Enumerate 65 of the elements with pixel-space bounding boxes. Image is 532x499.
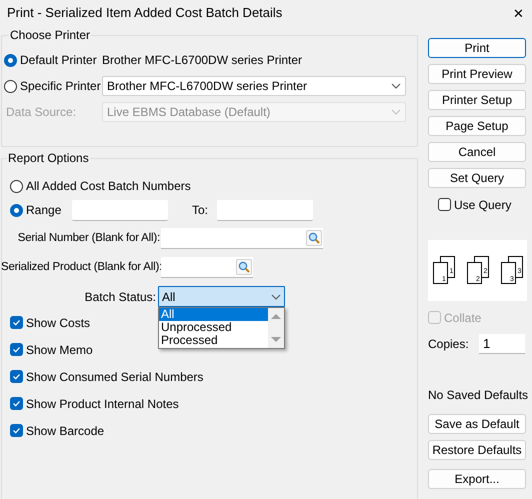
- search-icon: [238, 261, 250, 273]
- search-icon: [308, 232, 320, 244]
- button[interactable]: Cancel: [428, 142, 526, 162]
- printer-dropdown[interactable]: Brother MFC-L6700DW series Printer: [102, 76, 406, 96]
- radio-label: All Added Cost Batch Numbers: [26, 178, 191, 195]
- checkbox[interactable]: [10, 424, 23, 437]
- checkbox-label: Collate: [444, 310, 482, 326]
- checkbox[interactable]: [10, 343, 23, 356]
- serial-number-field[interactable]: [161, 228, 323, 249]
- field-label: Copies:: [428, 336, 470, 353]
- check-icon: [12, 399, 21, 408]
- button[interactable]: Print: [428, 38, 526, 58]
- chevron-down-icon: [391, 83, 401, 89]
- range-to-field[interactable]: [217, 200, 313, 220]
- checkbox-label: Show Costs: [26, 314, 90, 332]
- dropdown-option[interactable]: Processed: [159, 334, 268, 347]
- field-label: Data Source:: [5, 104, 78, 121]
- dropdown-option[interactable]: Unprocessed: [159, 321, 268, 334]
- button[interactable]: Printer Setup: [428, 90, 526, 110]
- check-icon: [12, 426, 21, 435]
- button[interactable]: Print Preview: [428, 64, 526, 84]
- status-text: No Saved Defaults: [428, 387, 526, 404]
- serialized-product-field[interactable]: [161, 257, 253, 278]
- dropdown-option[interactable]: All: [159, 308, 268, 321]
- radio-label: Range: [26, 202, 62, 219]
- checkbox-label: Use Query: [454, 196, 512, 214]
- checkbox[interactable]: [10, 316, 23, 329]
- field-label: Serial Number (Blank for All):: [16, 230, 161, 246]
- close-button[interactable]: ✕: [513, 6, 524, 20]
- checkbox-label: Show Product Internal Notes: [26, 396, 179, 412]
- chevron-down-icon: [271, 294, 281, 300]
- field-label: Serialized Product (Blank for All):: [1, 260, 161, 275]
- search-button[interactable]: [306, 230, 322, 246]
- copies-field[interactable]: 1: [479, 334, 525, 354]
- chevron-down-icon: [391, 109, 401, 115]
- checkbox-label: Show Consumed Serial Numbers: [26, 368, 204, 386]
- radio-label: Default Printer: [20, 52, 97, 69]
- checkbox-label: Show Barcode: [26, 422, 104, 440]
- check-icon: [12, 372, 21, 381]
- button[interactable]: Page Setup: [428, 116, 526, 136]
- radio-button[interactable]: [10, 180, 23, 192]
- checkbox[interactable]: [10, 397, 23, 410]
- button[interactable]: Export...: [428, 469, 526, 489]
- button[interactable]: Save as Default: [428, 414, 526, 434]
- field-label: To:: [192, 202, 210, 219]
- check-icon: [12, 318, 21, 327]
- checkbox[interactable]: [438, 198, 451, 211]
- checkbox[interactable]: [10, 370, 23, 383]
- search-button[interactable]: [236, 259, 252, 275]
- field-label: Batch Status:: [84, 288, 157, 306]
- checkbox-label: Show Memo: [26, 342, 93, 358]
- button[interactable]: Restore Defaults: [428, 440, 526, 460]
- batch-status-dropdown[interactable]: All: [158, 286, 285, 307]
- printer-name: Brother MFC-L6700DW series Printer: [102, 52, 302, 69]
- radio-label: Specific Printer: [20, 78, 101, 95]
- button[interactable]: Set Query: [428, 168, 526, 188]
- window-title: Print - Serialized Item Added Cost Batch Details: [7, 4, 282, 22]
- group-title: Report Options: [7, 150, 90, 167]
- check-icon: [12, 345, 21, 354]
- scrollbar: [268, 308, 284, 348]
- radio-button[interactable]: [10, 204, 23, 216]
- radio-button[interactable]: [4, 54, 17, 66]
- group-title: Choose Printer: [9, 27, 92, 44]
- radio-button[interactable]: [4, 80, 17, 92]
- range-from-field[interactable]: [72, 200, 168, 220]
